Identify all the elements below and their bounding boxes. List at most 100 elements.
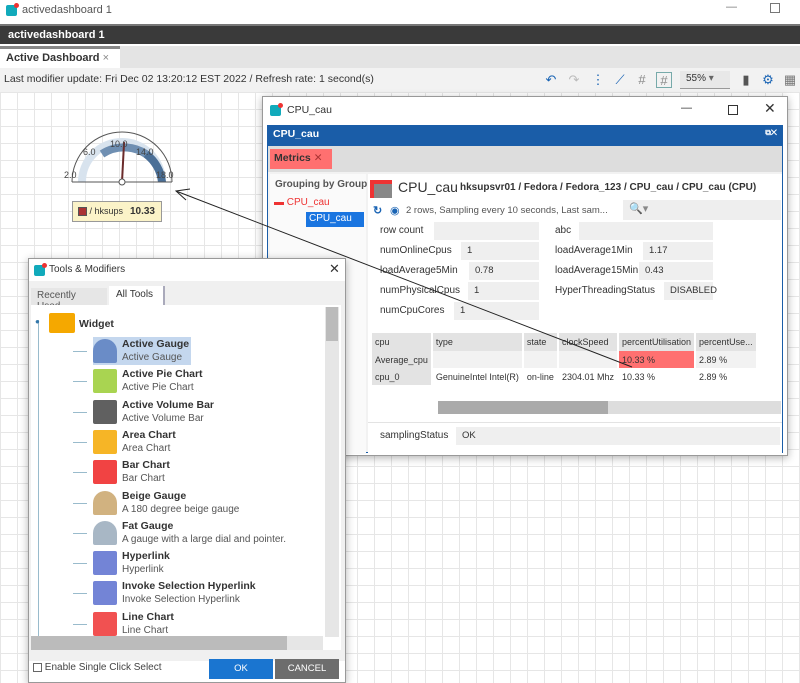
- gauge-value: 10.33: [129, 206, 155, 217]
- tool-item[interactable]: Hyperlink Hyperlink: [73, 549, 323, 579]
- field-value: DISABLED: [664, 282, 717, 300]
- line-chart-icon: [93, 611, 117, 636]
- app-icon: [270, 103, 283, 116]
- field-value: [434, 222, 539, 240]
- hyperlink-icon: [93, 551, 117, 576]
- table-row[interactable]: cpu_0 GenuineIntel Intel(R) on-line 2304.01…: [372, 368, 758, 385]
- tab-active-dashboard[interactable]: Active Dashboard ×: [0, 46, 120, 68]
- link-icon[interactable]: ⟋: [612, 72, 628, 88]
- fat-gauge-icon: [93, 520, 117, 545]
- inner-title: CPU_cau: [273, 128, 320, 140]
- tree-label: CPU_cau: [309, 213, 352, 224]
- dialog-title: Tools & Modifiers: [49, 264, 126, 275]
- cpu-icon: [370, 180, 392, 198]
- field-label: numCpuCores: [380, 305, 445, 316]
- maximize-button[interactable]: [770, 3, 780, 13]
- tool-item[interactable]: Active Gauge Active Gauge: [73, 337, 323, 367]
- grouping-title: Grouping by Group: [275, 179, 368, 190]
- metrics-table: cpu type state clockSpeed percentUtilisation…: [372, 333, 758, 385]
- table-cell: cpu_0: [372, 368, 433, 385]
- field-label: row count: [380, 225, 424, 236]
- tool-description: Active Volume Bar: [122, 412, 204, 424]
- connector-icon[interactable]: ⋮: [590, 72, 606, 88]
- column-header[interactable]: clockSpeed: [557, 333, 620, 351]
- gauge-tick-label: 18.0: [156, 170, 174, 180]
- tree-label: CPU_cau: [286, 197, 330, 208]
- app-icon: [34, 263, 47, 276]
- tool-item[interactable]: Bar Chart Bar Chart: [73, 458, 323, 488]
- column-header[interactable]: percentUtilisation: [618, 333, 697, 351]
- metrics-panel: CPU_cau hksupsvr01 / Fedora / Fedora_123…: [368, 174, 782, 454]
- tool-item[interactable]: Active Volume Bar Active Volume Bar: [73, 398, 323, 428]
- tab-all-tools[interactable]: All Tools: [109, 286, 165, 305]
- tool-list: ● Widget Active Gauge Active Gauge Active …: [31, 305, 341, 650]
- tool-item[interactable]: Fat Gauge A gauge with a large dial and p…: [73, 519, 323, 549]
- settings-icon[interactable]: ⚙: [760, 72, 776, 88]
- zoom-value: 55%: [686, 73, 707, 84]
- tool-item[interactable]: Active Pie Chart Active Pie Chart: [73, 367, 323, 397]
- invoke-hyperlink-icon: [93, 581, 117, 606]
- scrollbar-thumb[interactable]: [438, 401, 608, 414]
- gauge-label-box[interactable]: / hksups 10.33: [72, 201, 162, 222]
- bar-chart-icon: [93, 460, 117, 485]
- gauge-tick-label: 10.0: [110, 139, 128, 149]
- refresh-icon[interactable]: ↻: [373, 204, 382, 217]
- redo-icon[interactable]: ↷: [566, 72, 582, 88]
- inner-title-bar: CPU_cau ⧉✕: [267, 125, 783, 145]
- field-value: 1: [454, 302, 539, 320]
- grid-snap-icon[interactable]: #: [634, 72, 650, 88]
- horizontal-scrollbar[interactable]: [438, 401, 781, 414]
- table-cell: Average_cpu: [372, 351, 433, 368]
- undo-icon[interactable]: ↶: [543, 72, 559, 88]
- single-click-checkbox[interactable]: Enable Single Click Select: [33, 662, 162, 673]
- field-label: HyperThreadingStatus: [555, 285, 656, 296]
- tab-metrics[interactable]: Metrics ✕: [270, 149, 332, 169]
- export-icon[interactable]: ▮: [738, 72, 754, 88]
- tool-item[interactable]: Invoke Selection Hyperlink Invoke Selecti…: [73, 579, 323, 609]
- folder-widget[interactable]: Widget: [79, 318, 114, 330]
- column-header[interactable]: type: [431, 333, 524, 351]
- table-row[interactable]: Average_cpu 10.33 % 2.89 %: [372, 351, 758, 368]
- column-header[interactable]: percentUse...: [695, 333, 758, 351]
- zoom-select[interactable]: 55% ▾: [680, 71, 730, 89]
- title-bar: activedashboard 1 —: [0, 0, 800, 22]
- tool-description: A 180 degree beige gauge: [122, 503, 240, 515]
- maximize-button[interactable]: [728, 105, 738, 115]
- minimize-button[interactable]: —: [726, 1, 737, 13]
- tab-label: Active Dashboard: [6, 52, 100, 64]
- horizontal-scrollbar[interactable]: [31, 636, 323, 650]
- column-header[interactable]: state: [522, 333, 559, 351]
- minimize-button[interactable]: —: [681, 102, 692, 114]
- tool-title: Area Chart: [122, 428, 176, 441]
- tool-description: Active Gauge: [122, 352, 183, 363]
- sampling-icon[interactable]: ◉: [390, 204, 400, 217]
- tree-item-group[interactable]: ▬ CPU_cau: [274, 197, 330, 208]
- tool-item[interactable]: Beige Gauge A 180 degree beige gauge: [73, 489, 323, 519]
- tab-recently-used[interactable]: Recently Used: [31, 288, 107, 312]
- field-value: 0.43: [639, 262, 713, 280]
- calendar-icon[interactable]: ▦: [782, 72, 798, 88]
- column-header[interactable]: cpu: [372, 333, 433, 351]
- perspective-bar: activedashboard 1: [0, 24, 800, 44]
- field-value: 0.78: [469, 262, 539, 280]
- sampling-status-text: 2 rows, Sampling every 10 seconds, Last …: [406, 205, 608, 216]
- field-value: 1: [468, 282, 539, 300]
- tool-item[interactable]: Area Chart Area Chart: [73, 428, 323, 458]
- tool-title: Fat Gauge: [122, 519, 174, 532]
- close-tab-icon[interactable]: ×: [103, 52, 109, 64]
- close-button[interactable]: ✕: [329, 261, 340, 277]
- tree-expand-icon[interactable]: ●: [35, 317, 40, 326]
- search-input[interactable]: 🔍▾: [623, 200, 781, 220]
- close-button[interactable]: ✕: [764, 100, 776, 117]
- info-bar: Last modifier update: Fri Dec 02 13:20:1…: [0, 68, 800, 92]
- active-gauge-widget[interactable]: 2.0 6.0 10.0 14.0 18.0: [60, 130, 180, 200]
- tools-modifiers-dialog: Tools & Modifiers ✕ Recently Used All To…: [28, 258, 346, 683]
- ok-button[interactable]: OK: [209, 659, 273, 679]
- tree-item-selected[interactable]: CPU_cau: [306, 212, 364, 227]
- table-cell: 10.33 %: [618, 351, 697, 368]
- table-cell: [557, 351, 620, 368]
- cancel-button[interactable]: CANCEL: [275, 659, 339, 679]
- app-icon: [6, 3, 19, 16]
- grid-icon[interactable]: #: [656, 72, 672, 88]
- vertical-scrollbar[interactable]: [325, 307, 339, 637]
